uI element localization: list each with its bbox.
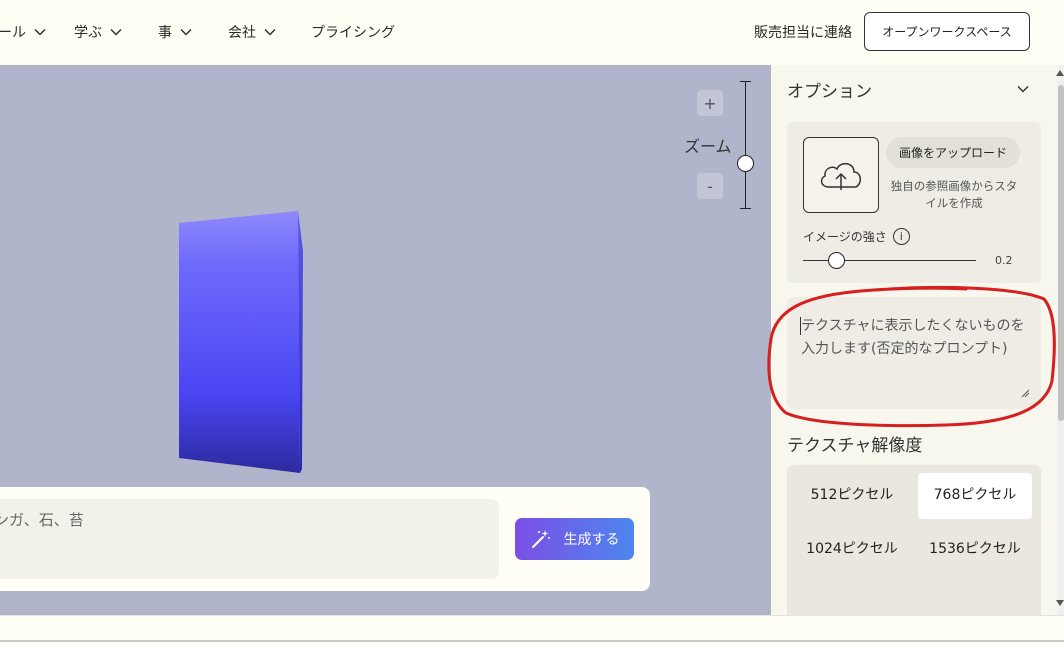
top-nav: ール 学ぶ 事 会社 プライシング 販売担当に連絡 オープンワークスペース <box>0 0 1064 64</box>
prompt-text: ンガ、石、苔 <box>0 511 84 529</box>
prompt-panel: ンガ、石、苔 生成する <box>0 487 650 591</box>
scrollbar-thumb[interactable] <box>1058 85 1064 421</box>
image-strength-label: イメージの強さ i <box>803 228 910 245</box>
bottom-divider <box>0 640 1064 642</box>
negative-prompt-card: テクスチャに表示したくないものを入力します(否定的なプロンプト) <box>787 297 1041 409</box>
3d-box-model[interactable] <box>170 205 310 485</box>
open-workspace-button[interactable]: オープンワークスペース <box>864 12 1030 51</box>
texture-resolution-options: 512ピクセル 768ピクセル 1024ピクセル 1536ピクセル <box>787 465 1041 615</box>
chevron-down-icon <box>110 28 122 36</box>
generate-button-label: 生成する <box>563 532 620 548</box>
chevron-down-icon <box>180 28 192 36</box>
nav-item-label: 事 <box>158 25 172 41</box>
resolution-option-768[interactable]: 768ピクセル <box>918 473 1032 519</box>
upload-image-button[interactable]: 画像をアップロード <box>886 137 1020 168</box>
negative-prompt-textarea[interactable]: テクスチャに表示したくないものを入力します(否定的なプロンプト) <box>801 315 1029 397</box>
options-sidebar: オプション 画像をアップロード 独自の参照画像からスタイルを作成 イメージの強さ… <box>771 65 1057 615</box>
nav-item-company[interactable]: 会社 <box>228 22 276 42</box>
contact-sales-link[interactable]: 販売担当に連絡 <box>754 22 852 42</box>
nav-item-label: 会社 <box>228 25 256 41</box>
resolution-option-1536[interactable]: 1536ピクセル <box>918 538 1032 584</box>
chevron-down-icon <box>34 28 46 36</box>
nav-item-learn[interactable]: 学ぶ <box>74 22 122 42</box>
chevron-down-icon[interactable] <box>1017 85 1029 93</box>
zoom-slider-cap <box>740 208 751 209</box>
generate-button[interactable]: 生成する <box>515 518 634 560</box>
3d-viewport[interactable]: + ズーム - ンガ、石、苔 生成する <box>0 65 771 615</box>
prompt-input[interactable]: ンガ、石、苔 <box>0 499 499 579</box>
text-caret <box>800 317 801 335</box>
cloud-upload-icon <box>820 163 862 190</box>
nav-item-business[interactable]: 事 <box>158 22 192 42</box>
info-icon[interactable]: i <box>892 228 910 245</box>
chevron-down-icon <box>264 28 276 36</box>
magic-wand-icon <box>531 530 550 548</box>
zoom-label: ズーム <box>684 137 732 156</box>
resolution-option-1024[interactable]: 1024ピクセル <box>795 538 909 584</box>
image-upload-card: 画像をアップロード 独自の参照画像からスタイルを作成 イメージの強さ i 0.2 <box>787 122 1041 283</box>
upload-description: 独自の参照画像からスタイルを作成 <box>890 179 1018 210</box>
scroll-up-arrow-icon[interactable] <box>1056 70 1064 76</box>
options-title: オプション <box>787 82 872 102</box>
resize-grip-icon[interactable] <box>1021 389 1029 397</box>
image-strength-value: 0.2 <box>995 254 1013 267</box>
texture-resolution-title: テクスチャ解像度 <box>787 436 923 456</box>
resolution-option-512[interactable]: 512ピクセル <box>795 484 909 507</box>
nav-item-label: ール <box>0 25 26 41</box>
image-strength-slider-thumb[interactable] <box>828 252 845 269</box>
nav-item-pricing[interactable]: プライシング <box>311 22 395 42</box>
image-strength-text: イメージの強さ <box>803 230 887 244</box>
zoom-slider-thumb[interactable] <box>737 155 754 172</box>
nav-item-tools[interactable]: ール <box>0 22 46 42</box>
zoom-slider-track[interactable] <box>745 81 746 208</box>
zoom-in-button[interactable]: + <box>697 90 723 116</box>
upload-dropzone[interactable] <box>803 137 879 213</box>
zoom-out-button[interactable]: - <box>697 173 723 199</box>
nav-item-label: 学ぶ <box>74 25 102 41</box>
scroll-down-arrow-icon[interactable] <box>1056 600 1064 606</box>
zoom-slider-cap <box>740 81 751 82</box>
nav-item-label: プライシング <box>311 25 395 41</box>
